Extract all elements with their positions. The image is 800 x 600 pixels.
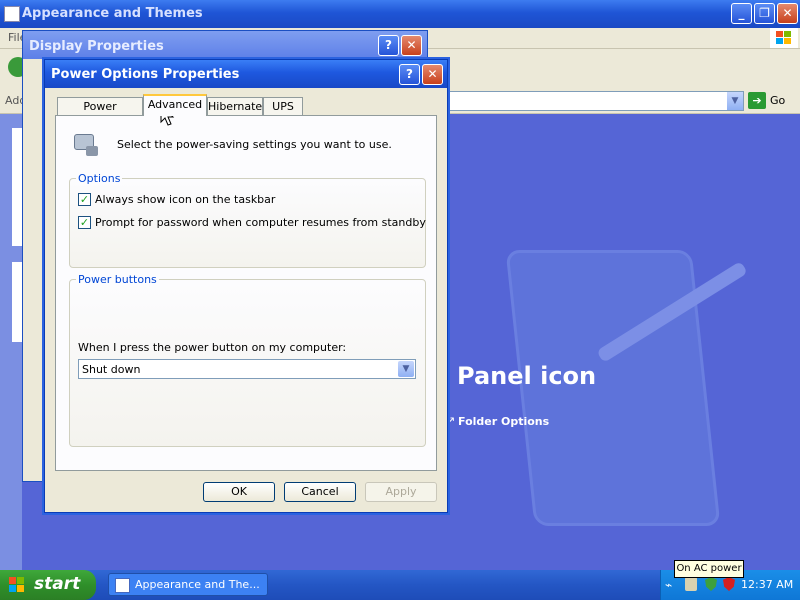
chevron-down-icon[interactable]: ▼ bbox=[727, 92, 743, 110]
dialog-title: Power Options Properties bbox=[51, 67, 240, 82]
go-arrow-icon[interactable]: ➔ bbox=[748, 92, 766, 109]
close-button[interactable]: ✕ bbox=[777, 3, 798, 24]
folder-icon bbox=[115, 578, 130, 593]
close-button[interactable]: ✕ bbox=[422, 64, 443, 85]
power-button-action-value: Shut down bbox=[82, 363, 141, 376]
power-button-prompt: When I press the power button on my comp… bbox=[78, 341, 347, 354]
help-button[interactable]: ? bbox=[378, 35, 399, 56]
close-button[interactable]: ✕ bbox=[401, 35, 422, 56]
address-input[interactable]: ▼ bbox=[446, 91, 744, 111]
tray-tooltip: On AC power bbox=[674, 560, 744, 578]
taskbar-item-appearance[interactable]: Appearance and The... bbox=[108, 573, 268, 596]
panel-heading: Panel icon bbox=[457, 362, 597, 390]
display-properties-title: Display Properties bbox=[29, 39, 164, 54]
power-options-dialog: Power Options Properties ? ✕ Power Schem… bbox=[44, 59, 448, 513]
clock[interactable]: 12:37 AM bbox=[741, 578, 793, 591]
power-options-title-bar[interactable]: Power Options Properties ? ✕ bbox=[45, 60, 447, 88]
windows-logo-icon bbox=[9, 577, 26, 593]
display-properties-title-bar[interactable]: Display Properties ? ✕ bbox=[23, 31, 427, 59]
task-pane-box bbox=[12, 262, 22, 342]
help-button[interactable]: ? bbox=[399, 64, 420, 85]
security-shield-icon[interactable] bbox=[705, 577, 717, 591]
show-icon-label[interactable]: Always show icon on the taskbar bbox=[95, 193, 275, 206]
power-plug-icon[interactable] bbox=[685, 577, 697, 591]
folder-options-link[interactable]: Folder Options bbox=[458, 415, 549, 428]
apply-button[interactable]: Apply bbox=[365, 482, 437, 502]
advanced-tab-panel: Select the power-saving settings you wan… bbox=[55, 115, 437, 471]
tab-hibernate[interactable]: Hibernate bbox=[207, 97, 263, 115]
start-button[interactable]: start bbox=[0, 570, 96, 600]
security-alert-icon[interactable] bbox=[723, 577, 735, 591]
power-buttons-group-label: Power buttons bbox=[76, 273, 159, 286]
prompt-password-label[interactable]: Prompt for password when computer resume… bbox=[95, 216, 426, 229]
go-button[interactable]: Go bbox=[770, 94, 785, 107]
intro-text: Select the power-saving settings you wan… bbox=[117, 138, 392, 151]
minimize-button[interactable]: _ bbox=[731, 3, 752, 24]
restore-button[interactable]: ❐ bbox=[754, 3, 775, 24]
power-plug-icon bbox=[68, 130, 102, 160]
start-label: start bbox=[34, 574, 81, 594]
options-group-label: Options bbox=[76, 172, 123, 185]
network-icon[interactable]: ⌁ bbox=[665, 578, 679, 592]
folder-icon bbox=[4, 6, 20, 22]
explorer-title-bar[interactable]: Appearance and Themes _ ❐ ✕ bbox=[0, 0, 800, 28]
tab-ups[interactable]: UPS bbox=[263, 97, 303, 115]
tab-advanced[interactable]: Advanced bbox=[143, 94, 207, 116]
prompt-password-checkbox[interactable]: ✓ bbox=[78, 216, 91, 229]
task-pane-box bbox=[12, 128, 22, 246]
cancel-button[interactable]: Cancel bbox=[284, 482, 356, 502]
chevron-down-icon[interactable]: ▼ bbox=[398, 361, 414, 377]
explorer-title: Appearance and Themes bbox=[22, 6, 203, 21]
taskbar-item-label: Appearance and The... bbox=[135, 578, 260, 591]
ok-button[interactable]: OK bbox=[203, 482, 275, 502]
show-icon-checkbox[interactable]: ✓ bbox=[78, 193, 91, 206]
windows-logo-icon bbox=[770, 28, 798, 48]
power-button-action-select[interactable]: Shut down ▼ bbox=[78, 359, 416, 379]
tab-power-schemes[interactable]: Power Schemes bbox=[57, 97, 143, 131]
